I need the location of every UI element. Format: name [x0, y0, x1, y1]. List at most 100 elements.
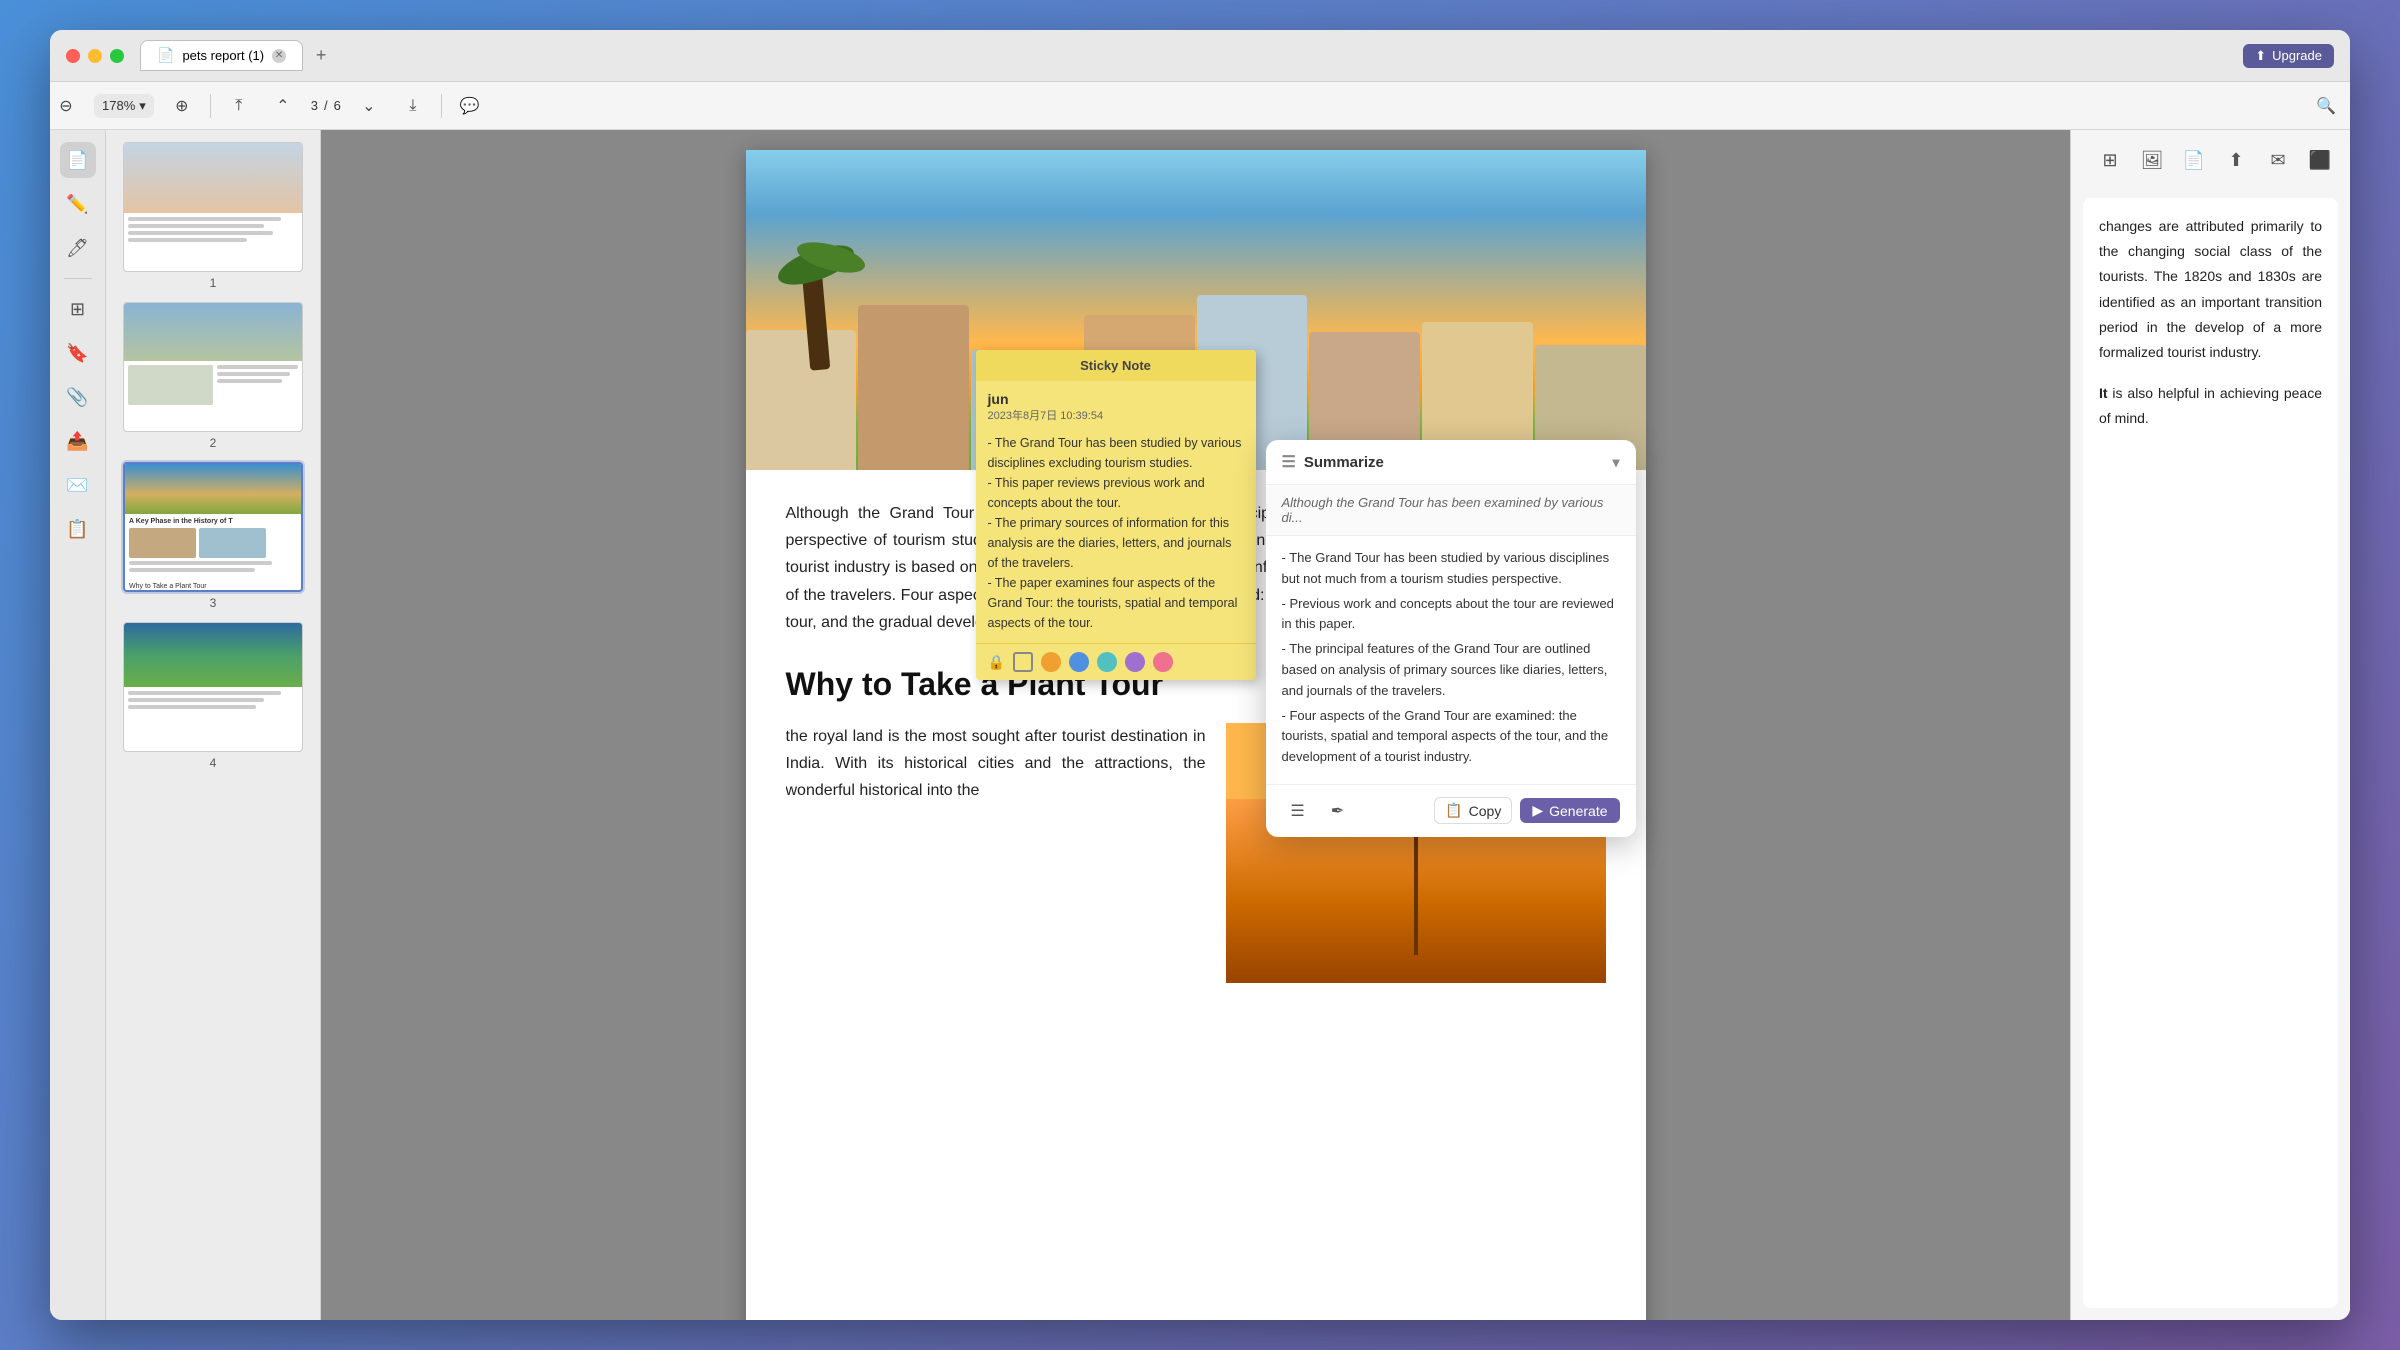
thumb-page-num-4: 4 [210, 756, 217, 770]
zoom-dropdown-icon: ▾ [139, 98, 146, 114]
zoom-value: 178% [102, 98, 135, 113]
summarize-header: ☰ Summarize ▾ [1266, 440, 1636, 485]
generate-button[interactable]: ▶ Generate [1520, 798, 1619, 823]
go-prev-page-button[interactable]: ⌃ [267, 90, 299, 122]
sticky-note: Sticky Note jun 2023年8月7日 10:39:54 - The… [976, 350, 1256, 680]
generate-label: Generate [1549, 803, 1607, 819]
right-doc-icon-button[interactable]: 📄 [2176, 142, 2212, 178]
minimize-button[interactable] [88, 49, 102, 63]
color-dot-pink[interactable] [1153, 652, 1173, 672]
zoom-out-button[interactable]: ⊖ [50, 90, 82, 122]
thumbnail-img-1 [123, 142, 303, 272]
sidebar-text-tool-button[interactable]: ✏️ [60, 186, 96, 222]
right-paragraph-2: It is also helpful in achieving peace of… [2099, 381, 2322, 431]
thumbnail-page-3[interactable]: A Key Phase in the History of T Why to T… [114, 462, 312, 610]
summarize-popup: ☰ Summarize ▾ Although the Grand Tour ha… [1266, 440, 1636, 837]
right-sidebar: ⊞ 🖼 📄 ⬆ ✉ ⬛ changes are attributed prima… [2070, 130, 2350, 1320]
new-tab-button[interactable]: + [307, 42, 335, 70]
lock-icon[interactable]: 🔒 [988, 654, 1005, 671]
upgrade-icon: ⬆ [2255, 48, 2266, 64]
right-mail-icon-button[interactable]: ✉ [2260, 142, 2296, 178]
thumbnail-img-3: A Key Phase in the History of T Why to T… [123, 462, 303, 592]
right-upload-icon-button[interactable]: ⬆ [2218, 142, 2254, 178]
current-page: 3 [311, 98, 318, 113]
thumb-page-num-2: 2 [210, 436, 217, 450]
tab-icon: 📄 [157, 47, 174, 64]
tab-pets-report[interactable]: 📄 pets report (1) ✕ [140, 40, 303, 71]
right-grid-icon-button[interactable]: ⊞ [2092, 142, 2128, 178]
summarize-bullet-1: - The Grand Tour has been studied by var… [1282, 548, 1620, 590]
zoom-display[interactable]: 178% ▾ [94, 94, 154, 118]
document-area[interactable]: Although the Grand Tour has been examine… [321, 130, 2070, 1320]
sticky-note-header: Sticky Note [976, 350, 1256, 381]
color-dot-blue[interactable] [1069, 652, 1089, 672]
summarize-dropdown-icon[interactable]: ▾ [1612, 454, 1619, 471]
sticky-note-title: Sticky Note [1080, 358, 1151, 373]
summarize-pen-icon-button[interactable]: ✒ [1322, 795, 1354, 827]
zoom-in-button[interactable]: ⊕ [166, 90, 198, 122]
summarize-list-icon-button[interactable]: ☰ [1282, 795, 1314, 827]
sidebar-pages-button[interactable]: ⊞ [60, 291, 96, 327]
color-dot-purple[interactable] [1125, 652, 1145, 672]
thumbnail-page-4[interactable]: 4 [114, 622, 312, 770]
divider-2 [441, 94, 442, 118]
go-next-page-button[interactable]: ⌄ [353, 90, 385, 122]
thumbnail-panel: 1 2 [106, 130, 321, 1320]
thumb-page-num-3: 3 [210, 596, 217, 610]
upgrade-button[interactable]: ⬆ Upgrade [2243, 44, 2334, 68]
color-dot-orange[interactable] [1041, 652, 1061, 672]
summarize-menu-icon: ☰ [1282, 452, 1296, 472]
sidebar-export-button[interactable]: 📤 [60, 423, 96, 459]
thumbnail-img-4 [123, 622, 303, 752]
icon-sidebar: 📄 ✏️ 🖊 ⊞ 🔖 📎 📤 ✉️ 📋 [50, 130, 106, 1320]
search-button[interactable]: 🔍 [2310, 90, 2342, 122]
page-separator: / [324, 98, 328, 113]
square-icon[interactable] [1013, 652, 1033, 672]
toolbar: ⊖ 178% ▾ ⊕ ⤒ ⌃ 3 / 6 ⌄ ⤓ 💬 🔍 [50, 82, 2350, 130]
sidebar-pen-button[interactable]: 🖊 [60, 230, 96, 266]
upgrade-label: Upgrade [2272, 48, 2322, 63]
summarize-footer: ☰ ✒ 📋 Copy ▶ Generate [1266, 784, 1636, 837]
sticky-note-body: jun 2023年8月7日 10:39:54 - The Grand Tour … [976, 381, 1256, 643]
tab-close-button[interactable]: ✕ [272, 49, 286, 63]
title-bar: 📄 pets report (1) ✕ + ⬆ Upgrade [50, 30, 2350, 82]
sticky-author: jun [988, 391, 1244, 407]
summarize-title: Summarize [1304, 454, 1384, 471]
sticky-note-toolbar: 🔒 [976, 643, 1256, 680]
page-display: 3 / 6 [311, 98, 341, 113]
icon-sidebar-divider-1 [64, 278, 92, 279]
fullscreen-button[interactable] [110, 49, 124, 63]
tab-bar: 📄 pets report (1) ✕ + [140, 40, 2243, 71]
right-expand-icon-button[interactable]: ⬛ [2302, 142, 2338, 178]
right-image-icon-button[interactable]: 🖼 [2134, 142, 2170, 178]
thumb-page-num-1: 1 [210, 276, 217, 290]
color-dot-teal[interactable] [1097, 652, 1117, 672]
sidebar-bookmark-button[interactable]: 🔖 [60, 335, 96, 371]
sidebar-thumbnails-button[interactable]: 📄 [60, 142, 96, 178]
copy-button[interactable]: 📋 Copy [1434, 797, 1512, 824]
right-paragraph-1: changes are attributed primarily to the … [2099, 214, 2322, 365]
generate-icon: ▶ [1532, 802, 1543, 819]
copy-icon: 📋 [1445, 802, 1462, 819]
traffic-lights [66, 49, 124, 63]
thumbnail-img-2 [123, 302, 303, 432]
right-text-area: changes are attributed primarily to the … [2083, 198, 2338, 1308]
document-page: Although the Grand Tour has been examine… [746, 150, 1646, 1320]
thumbnail-page-1[interactable]: 1 [114, 142, 312, 290]
summarize-bullet-2: - Previous work and concepts about the t… [1282, 594, 1620, 636]
close-button[interactable] [66, 49, 80, 63]
summarize-quote: Although the Grand Tour has been examine… [1266, 485, 1636, 536]
summarize-bullet-4: - Four aspects of the Grand Tour are exa… [1282, 706, 1620, 768]
sidebar-attach-button[interactable]: 📎 [60, 379, 96, 415]
go-first-page-button[interactable]: ⤒ [223, 90, 255, 122]
divider-1 [210, 94, 211, 118]
comment-button[interactable]: 💬 [454, 90, 486, 122]
sidebar-misc-button[interactable]: 📋 [60, 511, 96, 547]
summarize-bullet-3: - The principal features of the Grand To… [1282, 639, 1620, 701]
total-pages: 6 [334, 98, 341, 113]
sidebar-mail-button[interactable]: ✉️ [60, 467, 96, 503]
sticky-content: - The Grand Tour has been studied by var… [988, 433, 1244, 633]
thumbnail-page-2[interactable]: 2 [114, 302, 312, 450]
tab-label: pets report (1) [182, 48, 264, 63]
go-last-page-button[interactable]: ⤓ [397, 90, 429, 122]
